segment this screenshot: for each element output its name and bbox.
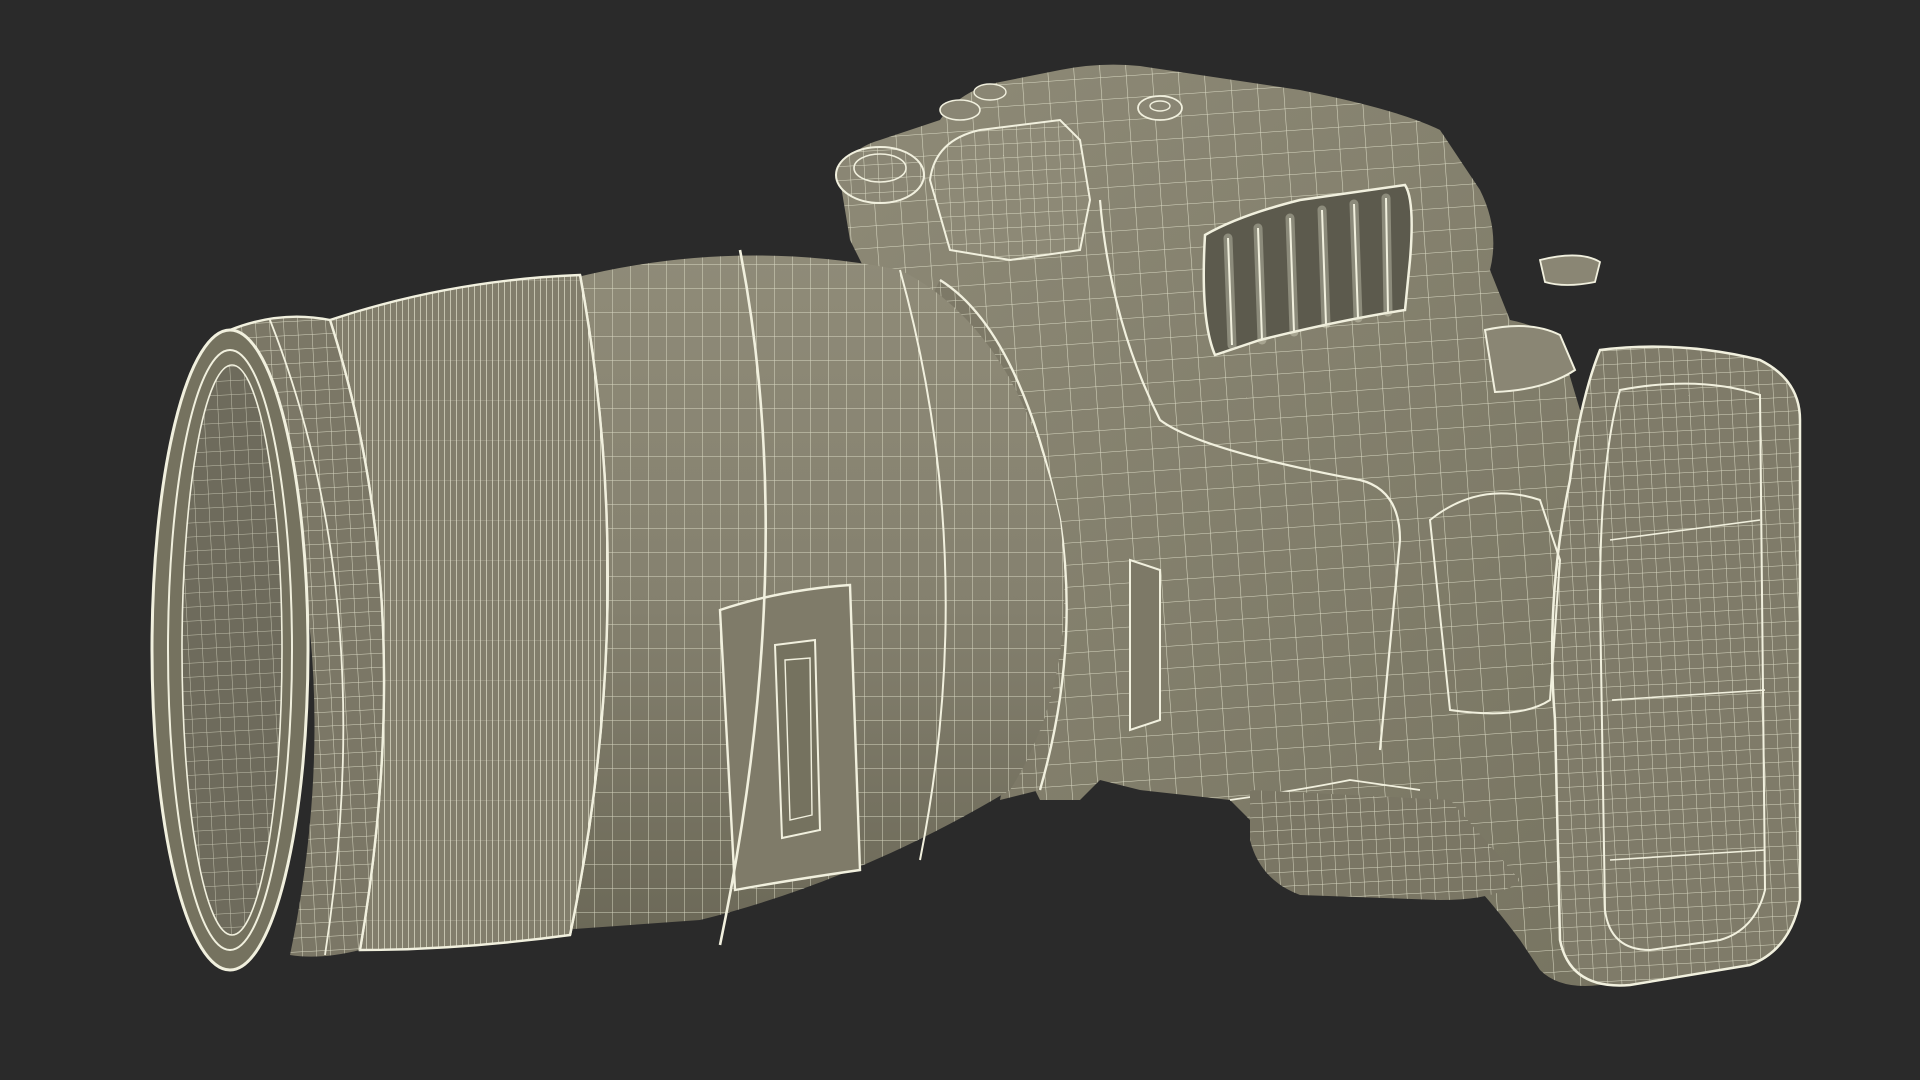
mode-dial [835, 146, 925, 204]
front-element [150, 328, 310, 972]
render-viewport [0, 0, 1920, 1080]
af-mf-switch [718, 583, 862, 892]
lens [150, 249, 1065, 972]
wireframe-render [150, 64, 1802, 987]
